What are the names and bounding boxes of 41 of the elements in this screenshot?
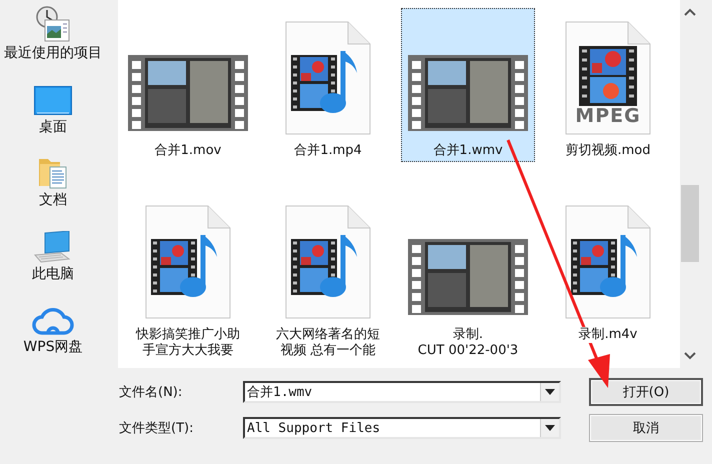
filename-label: 文件名(N): [119,384,184,401]
monitor-screen-icon[interactable] [34,86,72,116]
filename-field[interactable]: 合并1.wmv [245,383,540,401]
file-name: 合并1.mp4 [294,143,362,159]
file-item[interactable]: 六大网络著名的短 视频 总有一个能 [261,192,395,360]
scroll-up-icon[interactable] [684,8,696,16]
open-button[interactable]: 打开(O) [589,378,703,406]
file-item[interactable]: 录制. CUT 00'22-00'3 [401,192,535,360]
media-file-icon [145,205,231,319]
place-label[interactable]: 此电脑 [3,266,103,283]
file-item[interactable]: 合并1.mp4 [261,8,395,162]
media-file-icon [285,205,371,319]
file-type-dropdown[interactable]: All Support Files [243,417,561,439]
clock-document-icon[interactable] [35,6,71,42]
dropdown-caret-icon[interactable] [545,389,555,395]
computer-icon[interactable] [33,230,73,263]
place-label[interactable]: WPS网盘 [3,339,103,356]
file-name: 合并1.wmv [433,143,503,159]
dropdown-caret-icon[interactable] [545,425,555,431]
file-item[interactable]: 快影搞笑推广小助 手宣方大大我要 [121,192,255,360]
file-name: 六大网络著名的短 视频 总有一个能 [276,327,380,359]
file-item[interactable]: MPEG 剪切视频.mod [541,8,675,162]
file-item[interactable]: 合并1.mov [121,8,255,162]
file-name: 录制.m4v [578,327,638,343]
scroll-down-icon[interactable] [684,352,696,360]
scrollbar-thumb[interactable] [681,185,699,262]
file-name: 剪切视频.mod [565,143,650,159]
format-label: MPEG [575,105,641,127]
file-name: 快影搞笑推广小助 手宣方大大我要 [136,327,240,359]
place-label[interactable]: 文档 [3,192,103,210]
file-item[interactable]: 合并1.wmv [401,8,535,162]
place-label[interactable]: 桌面 [3,118,103,136]
cancel-button[interactable]: 取消 [589,414,703,442]
filename-combobox[interactable]: 合并1.wmv [243,381,561,403]
file-type-label: 文件类型(T): [119,420,194,437]
media-file-icon [565,205,651,319]
mpeg-file-icon [565,21,651,135]
media-file-icon [285,21,371,135]
file-name: 合并1.mov [154,143,222,159]
place-label[interactable]: 最近使用的项目 [3,45,103,62]
file-item[interactable]: 录制.m4v [541,192,675,360]
